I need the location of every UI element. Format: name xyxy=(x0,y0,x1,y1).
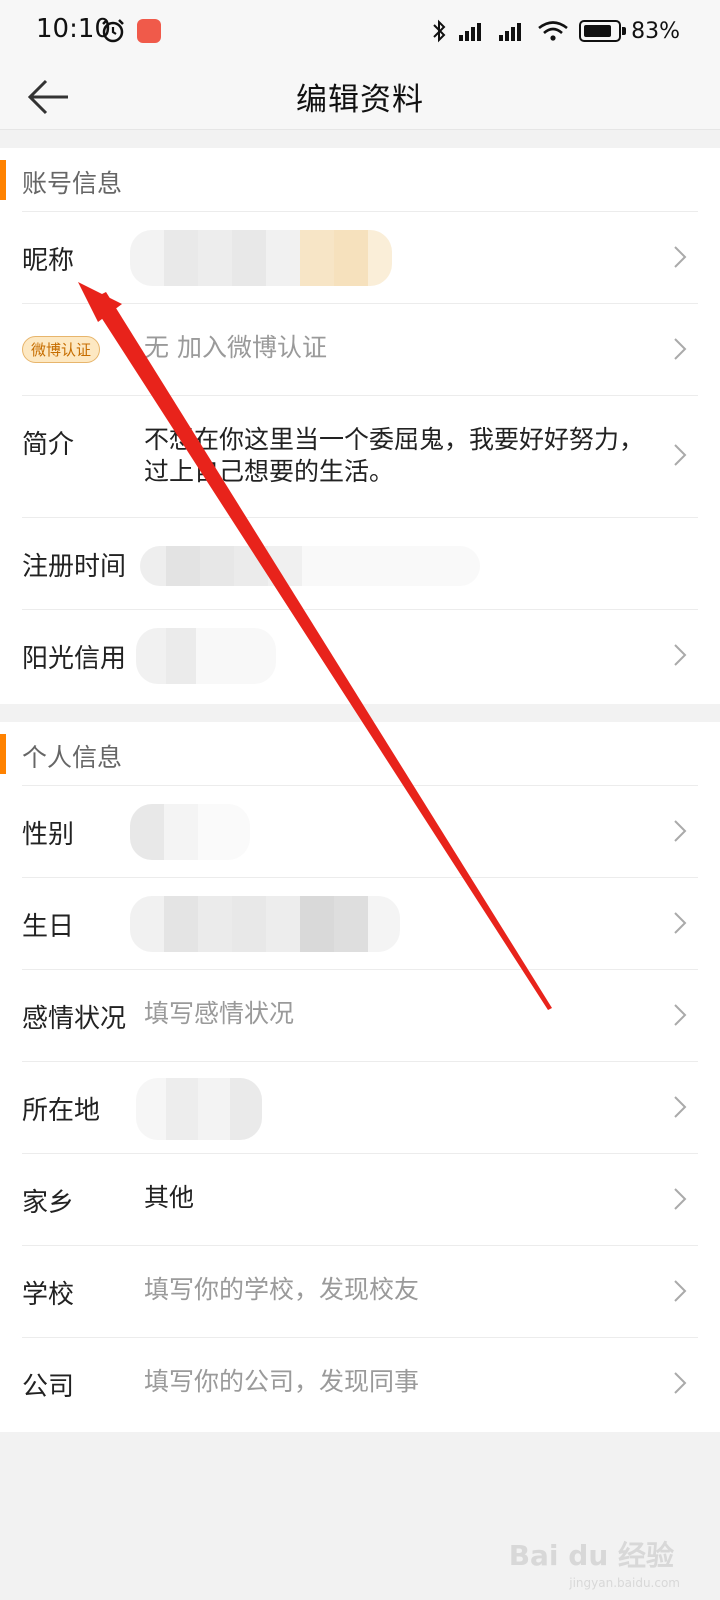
bluetooth-icon xyxy=(433,19,446,43)
app-notification-icon xyxy=(137,19,161,43)
chevron-right-icon xyxy=(674,1280,687,1302)
chevron-right-icon xyxy=(674,1004,687,1026)
location-redacted xyxy=(136,1078,262,1140)
battery-percent: 83% xyxy=(631,18,680,44)
relationship-value: 填写感情状况 xyxy=(144,999,295,1028)
nav-bar: 编辑资料 xyxy=(0,62,720,130)
birthday-label: 生日 xyxy=(22,912,75,942)
hometown-value: 其他 xyxy=(144,1183,195,1212)
bio-row[interactable]: 简介 不想在你这里当一个委屈鬼，我要好好努力，过上自己想要的生活。 xyxy=(22,396,698,518)
page-title: 编辑资料 xyxy=(296,82,424,118)
company-value: 填写你的公司，发现同事 xyxy=(144,1367,420,1396)
section-header-personal: 个人信息 xyxy=(0,722,720,786)
section-header-account: 账号信息 xyxy=(0,148,720,212)
weibo-verification-row[interactable]: 微博认证 无 加入微博认证 xyxy=(22,304,698,396)
status-bar: 10:10 83% xyxy=(0,0,720,62)
company-label: 公司 xyxy=(22,1372,75,1402)
alarm-icon xyxy=(102,19,124,43)
sunshine-credit-label: 阳光信用 xyxy=(22,644,127,674)
baidu-jingyan-watermark: Bai du 经验 xyxy=(508,1539,674,1572)
chevron-right-icon xyxy=(674,1372,687,1394)
section-title-personal: 个人信息 xyxy=(22,743,123,772)
battery-fill xyxy=(584,25,612,37)
hometown-row[interactable]: 家乡 其他 xyxy=(22,1154,698,1246)
baidu-jingyan-url: jingyan.baidu.com xyxy=(569,1576,680,1590)
cellular-signal-1-icon xyxy=(459,23,482,41)
gender-label: 性别 xyxy=(22,820,75,850)
location-row[interactable]: 所在地 xyxy=(22,1062,698,1154)
relationship-label: 感情状况 xyxy=(22,1004,127,1034)
battery-icon xyxy=(579,20,627,42)
chevron-right-icon xyxy=(674,444,687,466)
birthday-redacted xyxy=(130,896,400,952)
school-label: 学校 xyxy=(22,1280,75,1310)
company-row[interactable]: 公司 填写你的公司，发现同事 xyxy=(22,1338,698,1430)
personal-info-section: 个人信息 性别 生日 感情状况 填写感情状况 所在地 家乡 其他 学校 填写你的… xyxy=(0,722,720,1432)
status-indicators: 83% xyxy=(431,18,680,44)
nickname-label: 昵称 xyxy=(22,246,75,276)
cellular-signal-2-icon xyxy=(499,23,522,41)
verification-value: 无 加入微博认证 xyxy=(144,333,327,362)
nickname-redacted xyxy=(130,230,392,286)
birthday-row[interactable]: 生日 xyxy=(22,878,698,970)
chevron-right-icon xyxy=(674,820,687,842)
section-accent-bar xyxy=(0,734,6,774)
gender-redacted xyxy=(130,804,250,860)
weibo-verification-badge: 微博认证 xyxy=(22,336,101,363)
sunshine-credit-row[interactable]: 阳光信用 xyxy=(22,610,698,702)
school-value: 填写你的学校，发现校友 xyxy=(144,1275,420,1304)
sunshine-credit-redacted xyxy=(136,628,276,684)
school-row[interactable]: 学校 填写你的学校，发现校友 xyxy=(22,1246,698,1338)
bio-label: 简介 xyxy=(22,430,75,460)
chevron-right-icon xyxy=(674,1188,687,1210)
bio-value: 不想在你这里当一个委屈鬼，我要好好努力，过上自己想要的生活。 xyxy=(144,425,645,486)
account-info-section: 账号信息 昵称 微博认证 无 加入微博认证 简介 不想在你这里当一个委屈鬼，我要… xyxy=(0,148,720,704)
hometown-label: 家乡 xyxy=(22,1188,75,1218)
wifi-icon xyxy=(538,21,568,41)
chevron-right-icon xyxy=(674,912,687,934)
section-accent-bar xyxy=(0,160,6,200)
register-time-row: 注册时间 xyxy=(22,518,698,610)
chevron-right-icon xyxy=(674,644,687,666)
chevron-right-icon xyxy=(674,246,687,268)
register-time-label: 注册时间 xyxy=(22,552,127,582)
gender-row[interactable]: 性别 xyxy=(22,786,698,878)
location-label: 所在地 xyxy=(22,1096,101,1126)
relationship-row[interactable]: 感情状况 填写感情状况 xyxy=(22,970,698,1062)
chevron-right-icon xyxy=(674,338,687,360)
section-title-account: 账号信息 xyxy=(22,169,123,198)
register-time-redacted xyxy=(140,546,480,586)
nickname-row[interactable]: 昵称 xyxy=(22,212,698,304)
chevron-right-icon xyxy=(674,1096,687,1118)
